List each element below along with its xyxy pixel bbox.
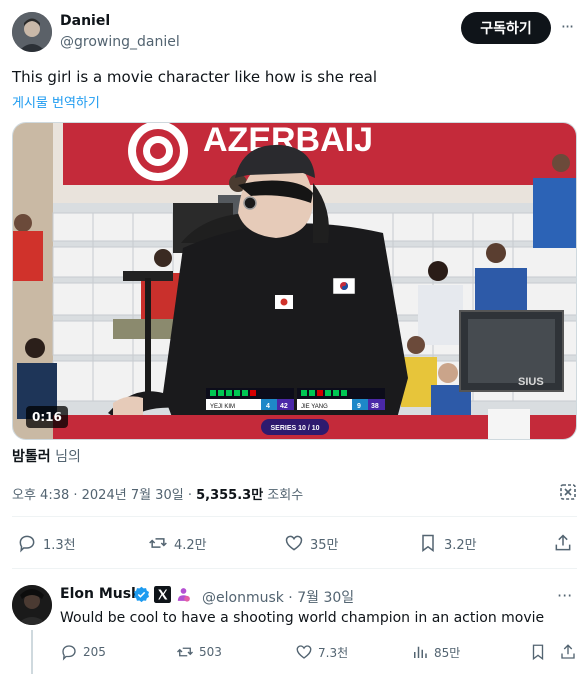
share-icon <box>555 534 571 551</box>
share-icon <box>561 644 575 659</box>
like-button[interactable]: 35만 <box>284 532 339 554</box>
bookmark-count: 3.2만 <box>444 537 477 553</box>
reply-like-count: 7.3천 <box>318 645 349 660</box>
reply-text: Would be cool to have a shooting world c… <box>60 610 545 626</box>
reply-author-avatar[interactable] <box>12 585 52 625</box>
heart-icon <box>296 645 312 659</box>
divider <box>12 516 577 517</box>
reply-icon <box>19 535 35 553</box>
share-button[interactable] <box>553 532 573 554</box>
divider <box>12 568 577 569</box>
reply-badges <box>133 586 192 603</box>
repost-icon <box>177 647 193 657</box>
bookmark-icon <box>422 534 434 552</box>
reply-reply-button[interactable]: 205 <box>60 642 106 662</box>
right-score: 38 <box>371 403 379 410</box>
bookmark-button[interactable]: 3.2만 <box>418 532 477 554</box>
reply-icon <box>62 645 76 661</box>
verified-badge-icon <box>133 586 150 603</box>
left-shots: 4 <box>266 403 270 410</box>
reply-reply-count: 205 <box>83 645 106 659</box>
more-icon: ··· <box>560 16 574 36</box>
reply-view-count: 85만 <box>434 645 461 660</box>
tagged-user[interactable]: 밤톨러 님의 <box>12 446 81 466</box>
translate-link[interactable]: 게시물 번역하기 <box>12 92 100 111</box>
right-athlete: JIE YANG <box>301 404 328 410</box>
subscribe-button[interactable]: 구독하기 <box>461 12 551 44</box>
like-count: 35만 <box>310 537 339 553</box>
reply-count: 1.3천 <box>43 537 76 553</box>
author-avatar[interactable] <box>12 12 52 52</box>
reply-bookmark-button[interactable] <box>529 642 547 662</box>
bookmark-icon <box>532 644 544 661</box>
reply-handle-date[interactable]: @elonmusk · 7월 30일 <box>202 587 354 607</box>
left-score: 42 <box>280 403 288 410</box>
view-count-label: 조회수 <box>263 488 304 503</box>
reply-more-button[interactable]: ··· <box>557 586 572 605</box>
author-handle[interactable]: @growing_daniel <box>60 34 180 50</box>
reply-repost-count: 503 <box>199 645 222 659</box>
reply-like-button[interactable]: 7.3천 <box>295 642 348 662</box>
tagged-suffix: 님의 <box>55 449 81 465</box>
author-name[interactable]: Daniel <box>60 13 110 29</box>
reply-repost-button[interactable]: 503 <box>176 642 222 662</box>
tweet-text: This girl is a movie character like how … <box>12 68 378 86</box>
reply-views-button[interactable]: 85만 <box>411 642 460 662</box>
left-athlete: YEJI KIM <box>210 404 235 410</box>
x-logo-icon <box>154 586 171 603</box>
reply-author-name[interactable]: Elon Musk <box>60 586 140 602</box>
thread-line <box>31 630 33 674</box>
repost-icon <box>149 538 167 548</box>
series-label: SERIES 10 / 10 <box>270 425 319 432</box>
tweet-meta: 오후 4:38 · 2024년 7월 30일 · 5,355.3만 조회수 <box>12 484 303 503</box>
tagged-user-name[interactable]: 밤톨러 <box>12 449 51 465</box>
analytics-icon <box>414 646 427 658</box>
video-frame: AZERBAIJ SIUS YEJI KIM 4 42 JIE YANG 9 3… <box>13 123 576 439</box>
right-shots: 9 <box>357 403 361 410</box>
affiliate-badge-icon <box>177 588 190 602</box>
reply-share-button[interactable] <box>559 642 577 662</box>
repost-count: 4.2만 <box>174 537 207 553</box>
repost-button[interactable]: 4.2만 <box>148 532 207 554</box>
video-player[interactable]: AZERBAIJ SIUS YEJI KIM 4 42 JIE YANG 9 3… <box>12 122 577 440</box>
grok-icon[interactable] <box>558 482 578 502</box>
monitor-text: SIUS <box>518 376 544 388</box>
heart-icon <box>285 535 303 551</box>
tweet-timestamp[interactable]: 오후 4:38 · 2024년 7월 30일 · <box>12 488 196 503</box>
more-icon: ··· <box>557 586 573 605</box>
view-count: 5,355.3만 <box>196 488 264 503</box>
video-duration: 0:16 <box>26 406 68 428</box>
reply-button[interactable]: 1.3천 <box>17 532 76 554</box>
more-options-button[interactable]: ··· <box>557 16 577 36</box>
